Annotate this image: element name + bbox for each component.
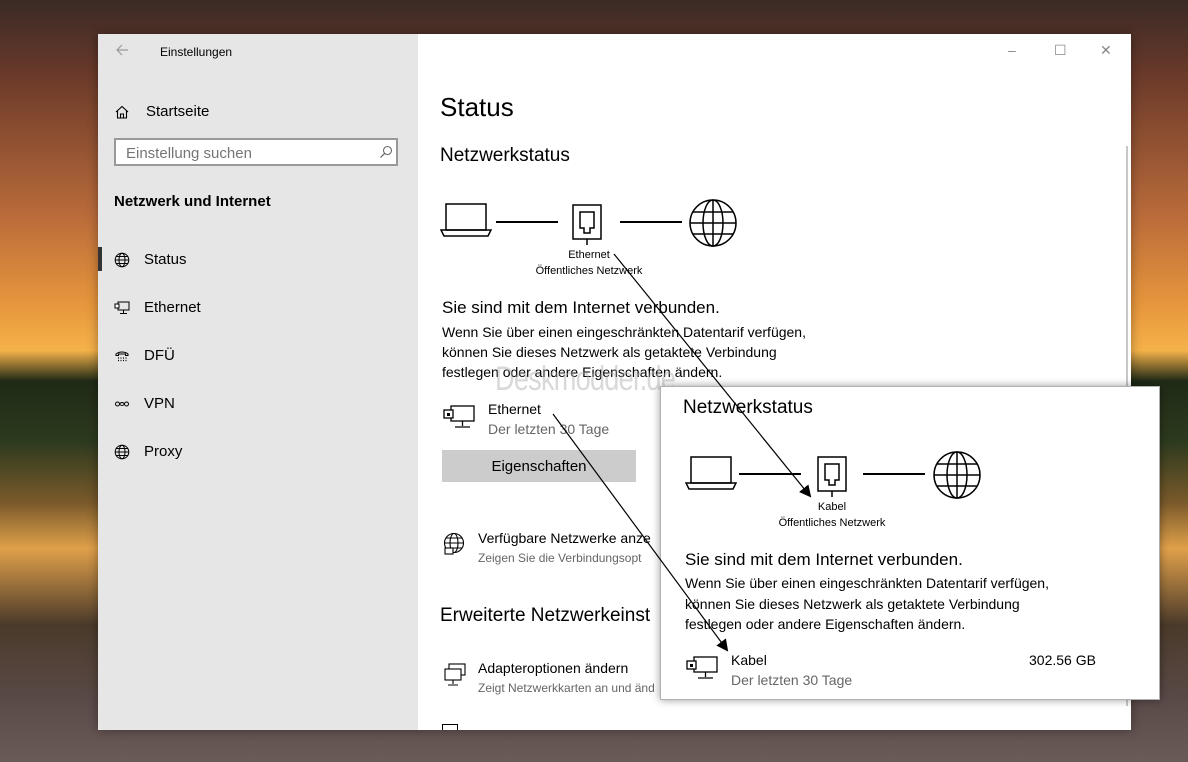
annotation-arrows bbox=[552, 253, 812, 652]
arrow-ethernet-to-kabel bbox=[613, 253, 812, 498]
arrow-connection-to-kabel bbox=[552, 413, 729, 652]
